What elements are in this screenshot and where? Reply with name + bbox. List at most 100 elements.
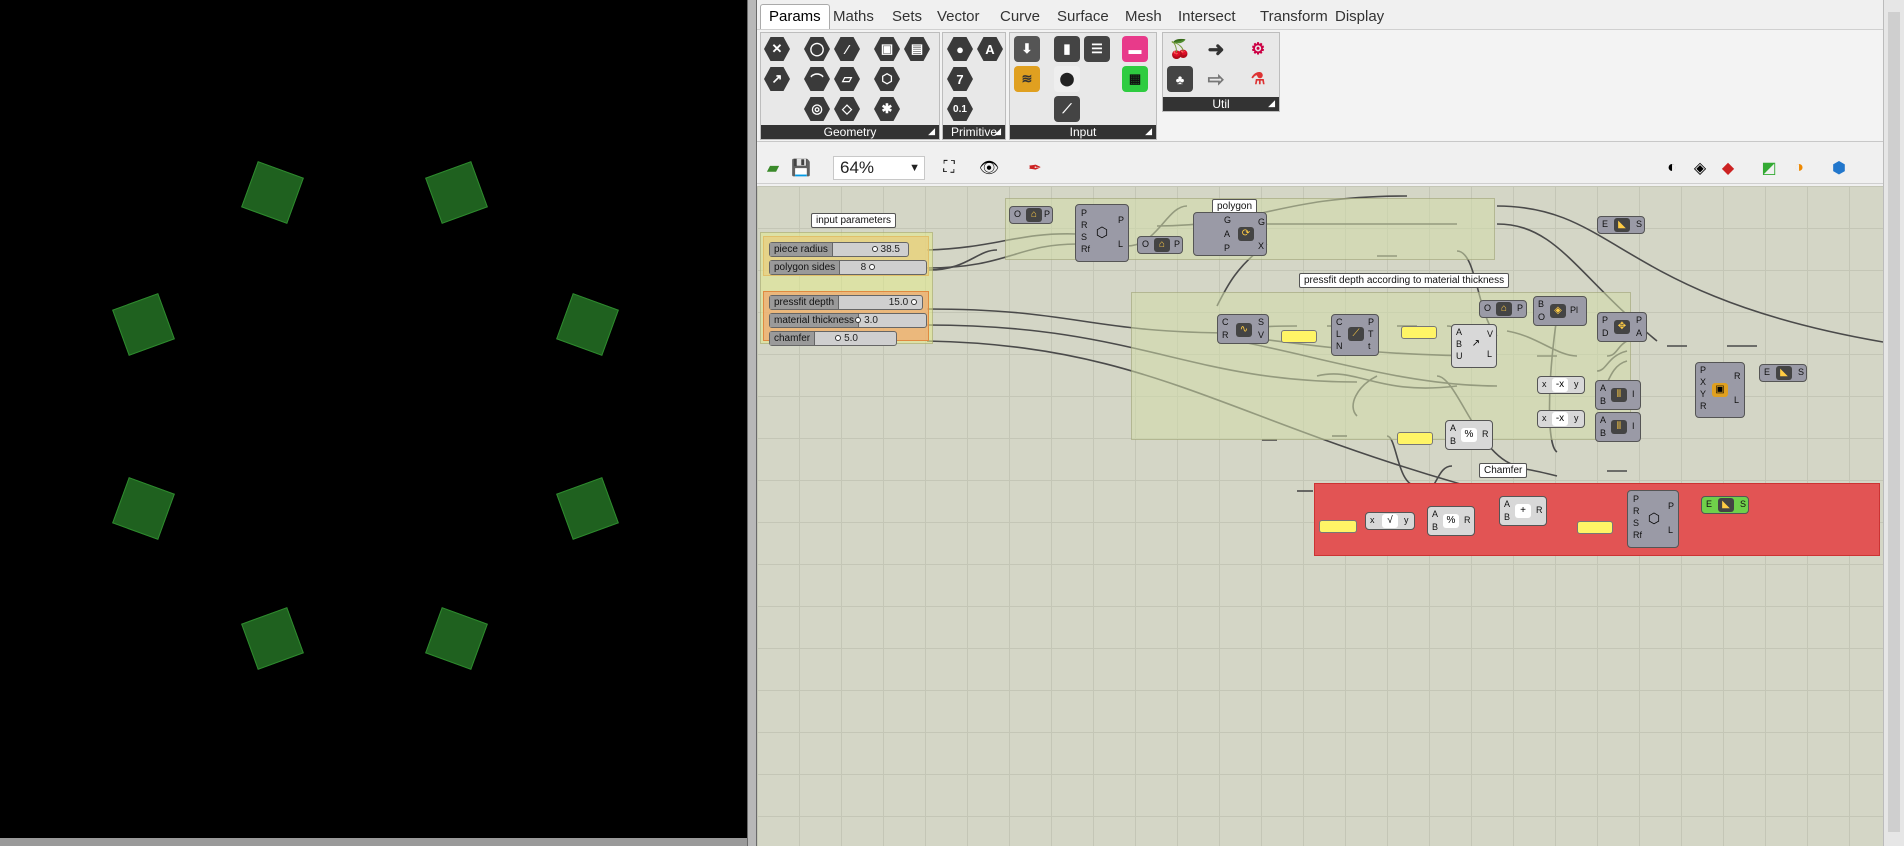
tab-maths[interactable]: Maths	[833, 8, 874, 25]
group-icon[interactable]: ◎	[804, 97, 830, 121]
component-chamfer-division[interactable]: A B % R	[1427, 506, 1475, 536]
data-dam-icon[interactable]: ♣	[1167, 66, 1193, 92]
document-preview-icon[interactable]: ◩	[1757, 156, 1781, 180]
sketch-pen-icon[interactable]: ✒	[1023, 156, 1047, 180]
surface-icon[interactable]: ▤	[904, 37, 930, 61]
hollow-arrow-icon[interactable]: ⇨	[1203, 66, 1229, 92]
data-input-icon[interactable]: ⬇	[1014, 36, 1040, 62]
yellow-panel[interactable]	[1401, 326, 1437, 339]
component-series-b[interactable]: A B ⦀ I	[1595, 412, 1641, 442]
line-icon[interactable]: ⁄	[834, 37, 860, 61]
colour-preview-icon[interactable]: ◑	[1787, 156, 1811, 180]
toggle-icon[interactable]: ▮	[1054, 36, 1080, 62]
tab-params[interactable]: Params	[760, 4, 830, 29]
boolean-icon[interactable]: ●	[947, 37, 973, 61]
slider-knob[interactable]	[855, 317, 862, 323]
tab-curve[interactable]: Curve	[1000, 8, 1040, 25]
component-vector-2pt[interactable]: A B U ↗ V L	[1451, 324, 1497, 368]
component-negative[interactable]: x -x y	[1537, 376, 1585, 394]
component-addition[interactable]: A B + R	[1499, 496, 1547, 526]
slider-material-thickness[interactable]: material thickness 3.0	[769, 313, 927, 328]
slider-chamfer[interactable]: chamfer 5.0	[769, 331, 897, 346]
component-extrude-output[interactable]: E ◣ S	[1597, 216, 1645, 234]
circle-icon[interactable]: ◯	[804, 37, 830, 61]
component-chamfer-polygon[interactable]: P R S Rf ⬡ P L	[1627, 490, 1679, 548]
relay-arrow-icon[interactable]: ➜	[1203, 36, 1229, 62]
component-evaluate-curve[interactable]: C L N ⟋ P T t	[1331, 314, 1379, 356]
tab-mesh[interactable]: Mesh	[1125, 8, 1162, 25]
component-polygon[interactable]: P R S Rf ⬡ P L	[1075, 204, 1129, 262]
slider-knob[interactable]	[911, 299, 917, 305]
value-list-icon[interactable]: ☰	[1084, 36, 1110, 62]
component-negative-2[interactable]: x -x y	[1537, 410, 1585, 428]
rectangle-icon[interactable]: ◇	[834, 97, 860, 121]
flask-icon[interactable]: ⚗	[1245, 66, 1271, 92]
pin-label: L	[1668, 525, 1674, 535]
box-icon[interactable]: ▣	[874, 37, 900, 61]
scrollbar-thumb[interactable]	[1888, 12, 1900, 832]
component-rotate[interactable]: G A P ⟳ G X	[1193, 212, 1267, 256]
component-polyline[interactable]: P X Y R ▣ R L	[1695, 362, 1745, 418]
save-file-icon[interactable]: 💾	[789, 156, 813, 180]
tab-vector[interactable]: Vector	[937, 8, 980, 25]
yellow-panel[interactable]	[1577, 521, 1613, 534]
text-icon[interactable]: A	[977, 37, 1003, 61]
open-file-icon[interactable]: ▰	[761, 156, 785, 180]
yellow-panel[interactable]	[1319, 520, 1357, 533]
window-splitter[interactable]	[747, 0, 757, 846]
component-square-root[interactable]: x √ y	[1365, 512, 1415, 530]
matrix-icon[interactable]: ▦	[1122, 66, 1148, 92]
grasshopper-canvas[interactable]: input parameters polygon pressfit depth …	[757, 186, 1883, 846]
slider-knob[interactable]	[835, 335, 842, 341]
galapagos-icon[interactable]: ⚙	[1245, 36, 1271, 62]
tab-surface[interactable]: Surface	[1057, 8, 1109, 25]
colour-swatch-icon[interactable]: ▬	[1122, 36, 1148, 62]
pin-label: P	[1636, 315, 1643, 325]
mesh-icon[interactable]: ✱	[874, 97, 900, 121]
slider-icon[interactable]: ⟋	[1054, 96, 1080, 122]
zoom-dropdown[interactable]: 64% ▼	[833, 156, 925, 180]
pin-label: L	[1118, 239, 1124, 249]
tab-transform[interactable]: Transform	[1260, 8, 1328, 25]
tab-sets[interactable]: Sets	[892, 8, 922, 25]
component-curve-length[interactable]: C R ∿ S V	[1217, 314, 1269, 344]
slider-polygon-sides[interactable]: polygon sides 8	[769, 260, 927, 275]
component-extrude-chamfer[interactable]: E ◣ S	[1701, 496, 1749, 514]
component-plane-offset[interactable]: B O ◈ Pl	[1533, 296, 1587, 326]
yellow-panel[interactable]	[1397, 432, 1433, 445]
component-plane-from-origin[interactable]: O ⌂ P	[1479, 300, 1527, 318]
component-origin-plane[interactable]: O ⌂ P	[1009, 206, 1053, 224]
component-series-a[interactable]: A B ⦀ I	[1595, 380, 1641, 410]
component-division[interactable]: A B % R	[1445, 420, 1493, 450]
tab-intersect[interactable]: Intersect	[1178, 8, 1236, 25]
component-extrude-pressfit[interactable]: E ◣ S	[1759, 364, 1807, 382]
slider-knob[interactable]	[871, 246, 878, 252]
tab-display[interactable]: Display	[1335, 8, 1384, 25]
wireframe-preview-icon[interactable]: ◐	[1660, 156, 1684, 180]
point-icon[interactable]: ↗	[764, 67, 790, 91]
preview-eye-icon[interactable]: 👁	[977, 156, 1001, 180]
slider-knob[interactable]	[869, 264, 875, 270]
integer-icon[interactable]: 7	[947, 67, 973, 91]
cherry-icon[interactable]: 🍒	[1167, 36, 1193, 62]
number-icon[interactable]: 0.1	[947, 97, 973, 121]
rhino-viewport[interactable]	[0, 0, 747, 846]
vertical-scrollbar[interactable]	[1883, 0, 1904, 846]
yellow-panel[interactable]	[1281, 330, 1317, 343]
shaded-preview-icon[interactable]: ◈	[1688, 156, 1712, 180]
graph-mapper-icon[interactable]: ≋	[1014, 66, 1040, 92]
mesh-settings-icon[interactable]: ⬢	[1827, 156, 1851, 180]
button-icon[interactable]: ⬤	[1054, 66, 1080, 92]
component-move[interactable]: P D ✥ P A	[1597, 312, 1647, 342]
zoom-extents-icon[interactable]: ⛶	[937, 156, 961, 180]
plane-icon[interactable]: ▱	[834, 67, 860, 91]
component-plane-output[interactable]: O ⌂ P	[1137, 236, 1183, 254]
selected-preview-icon[interactable]: ◆	[1716, 156, 1740, 180]
pin-label: S	[1633, 518, 1640, 528]
brep-icon[interactable]: ⬡	[874, 67, 900, 91]
slider-pressfit-depth[interactable]: pressfit depth 15.0	[769, 295, 923, 310]
viewport-statusbar	[0, 838, 747, 846]
slider-piece-radius[interactable]: piece radius 38.5	[769, 242, 909, 257]
curve-icon[interactable]: ⌒	[804, 67, 830, 91]
geometry-icon[interactable]: ✕	[764, 37, 790, 61]
